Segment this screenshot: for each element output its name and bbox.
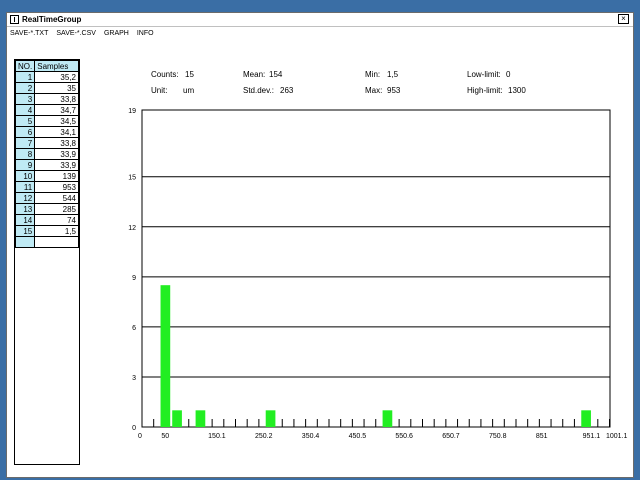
x-tick-label: 150.1 [208, 433, 226, 440]
x-tick-label: 550.6 [395, 433, 413, 440]
x-tick-label: 750.8 [489, 433, 507, 440]
x-tick-label: 1001.1 [606, 433, 628, 440]
x-tick-label: 851 [536, 433, 548, 440]
histogram-bar [195, 410, 206, 427]
histogram-bar [265, 410, 276, 427]
x-tick-label: 350.4 [302, 433, 320, 440]
x-tick-label: 0 [138, 433, 142, 440]
app-window: RealTimeGroup × SAVE-*.TXT SAVE-*.CSV GR… [6, 12, 634, 478]
x-tick-label: 951.1 [583, 433, 601, 440]
y-tick-label: 15 [128, 175, 136, 182]
histogram-bar [581, 410, 591, 427]
x-tick-label: 50 [161, 433, 169, 440]
plot-frame [141, 109, 611, 428]
x-tick-label: 450.5 [349, 433, 367, 440]
x-tick-label: 250.2 [255, 433, 273, 440]
histogram-bar [160, 285, 171, 427]
histogram-bar [172, 410, 182, 427]
y-tick-label: 0 [132, 425, 136, 432]
y-tick-label: 3 [132, 375, 136, 382]
y-tick-label: 9 [132, 275, 136, 282]
histogram-chart: 0 3 6 9 12 15 19 0 50 150.1 250.2 350.4 450.5 550.6 65… [128, 108, 628, 440]
histogram-bar [382, 410, 393, 427]
x-tick-label: 650.7 [442, 433, 460, 440]
y-tick-label: 6 [132, 325, 136, 332]
y-tick-label: 12 [128, 225, 136, 232]
y-tick-label: 19 [128, 108, 136, 115]
